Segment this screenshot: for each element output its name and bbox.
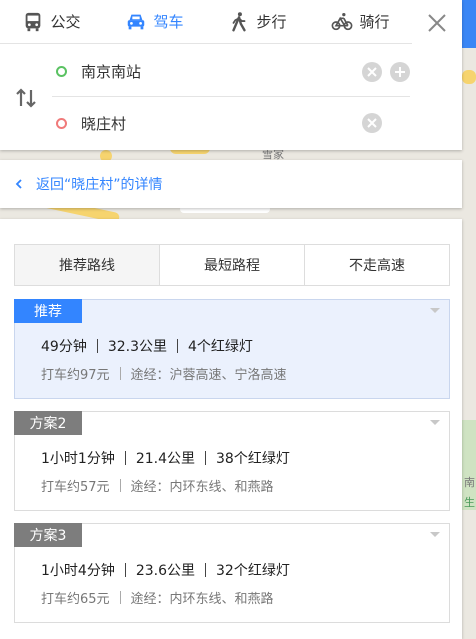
map-label: 生: [464, 496, 475, 509]
expand-arrow-icon[interactable]: [430, 532, 440, 537]
bus-icon: [26, 12, 41, 31]
tab-car-label: 驾车: [153, 13, 184, 31]
route-details: 打车约65元 途经：内环东线、和燕路: [41, 588, 274, 607]
divider: [119, 591, 121, 604]
route-distance: 21.4公里: [135, 451, 195, 467]
divider: [119, 367, 121, 380]
divider: [177, 339, 178, 353]
clear-icon: [367, 66, 377, 77]
route-summary: 49分钟 32.3公里 4个红绿灯: [41, 336, 253, 356]
route-taxi-fare: 打车约97元: [41, 368, 110, 383]
swap-endpoints-button[interactable]: [14, 86, 38, 110]
route-traffic-lights: 38个红绿灯: [216, 451, 290, 467]
route-summary: 1小时4分钟 23.6公里 32个红绿灯: [41, 560, 290, 580]
tab-walk[interactable]: 步行: [206, 0, 309, 43]
end-point-row: [52, 98, 410, 148]
tab-bus-label: 公交: [50, 13, 81, 31]
map-road: [462, 70, 476, 84]
tab-avoid-highway[interactable]: 不走高速: [304, 245, 449, 285]
map-label: 南: [464, 476, 475, 489]
tab-bike-label: 骑行: [359, 13, 390, 31]
route-taxi-fare: 打车约57元: [41, 480, 110, 495]
back-to-details-link[interactable]: 返回“晓庄村”的详情: [0, 160, 462, 208]
route-distance: 32.3公里: [107, 339, 167, 355]
route-details: 打车约97元 途经：沪蓉高速、宁洛高速: [41, 364, 287, 383]
tab-car[interactable]: 驾车: [103, 0, 206, 43]
divider: [124, 451, 126, 465]
route-duration: 49分钟: [41, 339, 87, 355]
route-via: 途经：沪蓉高速、宁洛高速: [130, 368, 287, 383]
tab-shortest[interactable]: 最短路程: [159, 245, 304, 285]
route-distance: 23.6公里: [135, 563, 195, 579]
tab-bus[interactable]: 公交: [0, 0, 103, 43]
route-options-panel: 推荐路线 最短路程 不走高速 推荐 49分钟 32.3公里 4个红绿灯 打车约9…: [0, 219, 462, 639]
divider: [96, 339, 98, 353]
route-duration: 1小时4分钟: [41, 563, 115, 579]
travel-mode-tabs: 公交 驾车 步行 骑行: [0, 0, 412, 44]
route-details: 打车约57元 途经：内环东线、和燕路: [41, 476, 274, 495]
divider: [119, 479, 121, 492]
clear-icon: [367, 118, 377, 128]
plus-icon: [395, 66, 405, 77]
route-tag: 推荐: [14, 299, 82, 323]
walk-icon: [232, 11, 247, 31]
swap-icon: [16, 88, 36, 108]
close-button[interactable]: [422, 8, 452, 38]
expand-arrow-icon[interactable]: [430, 420, 440, 425]
start-point-input[interactable]: [81, 62, 354, 81]
clear-end-button[interactable]: [362, 113, 382, 133]
route-duration: 1小时1分钟: [41, 451, 115, 467]
route-traffic-lights: 4个红绿灯: [188, 339, 253, 355]
route-option-1[interactable]: 推荐 49分钟 32.3公里 4个红绿灯 打车约97元 途经：沪蓉高速、宁洛高速: [14, 299, 450, 399]
route-search-card: 公交 驾车 步行 骑行 南京南站 晓庄村: [0, 0, 462, 150]
start-marker-icon: [56, 66, 67, 77]
route-option-2[interactable]: 方案2 1小时1分钟 21.4公里 38个红绿灯 打车约57元 途经：内环东线、…: [14, 411, 450, 511]
route-via: 途经：内环东线、和燕路: [130, 480, 274, 495]
divider: [205, 451, 206, 465]
bike-icon: [332, 12, 353, 30]
back-link-text: 返回“晓庄村”的详情: [36, 177, 163, 193]
clear-start-button[interactable]: [362, 61, 382, 82]
end-marker-icon: [56, 117, 67, 129]
divider: [205, 563, 206, 577]
tab-recommended[interactable]: 推荐路线: [15, 245, 159, 285]
route-via: 途经：内环东线、和燕路: [130, 592, 274, 607]
route-preference-tabs: 推荐路线 最短路程 不走高速: [14, 244, 450, 286]
map-corner-accent: [462, 0, 476, 48]
car-icon: [128, 14, 145, 29]
tab-bike[interactable]: 骑行: [309, 0, 412, 43]
end-point-input[interactable]: [81, 114, 354, 132]
route-option-3[interactable]: 方案3 1小时4分钟 23.6公里 32个红绿灯 打车约65元 途经：内环东线、…: [14, 523, 450, 623]
tab-walk-label: 步行: [256, 13, 287, 31]
close-icon: [428, 14, 446, 32]
route-tag: 方案2: [14, 411, 82, 435]
route-summary: 1小时1分钟 21.4公里 38个红绿灯: [41, 448, 290, 468]
expand-arrow-icon[interactable]: [430, 308, 440, 313]
chevron-left-icon: [15, 179, 22, 189]
route-tag: 方案3: [14, 523, 82, 547]
add-waypoint-button[interactable]: [390, 61, 410, 82]
route-traffic-lights: 32个红绿灯: [216, 563, 290, 579]
divider: [124, 563, 126, 577]
route-taxi-fare: 打车约65元: [41, 592, 110, 607]
start-point-row: [52, 47, 410, 97]
